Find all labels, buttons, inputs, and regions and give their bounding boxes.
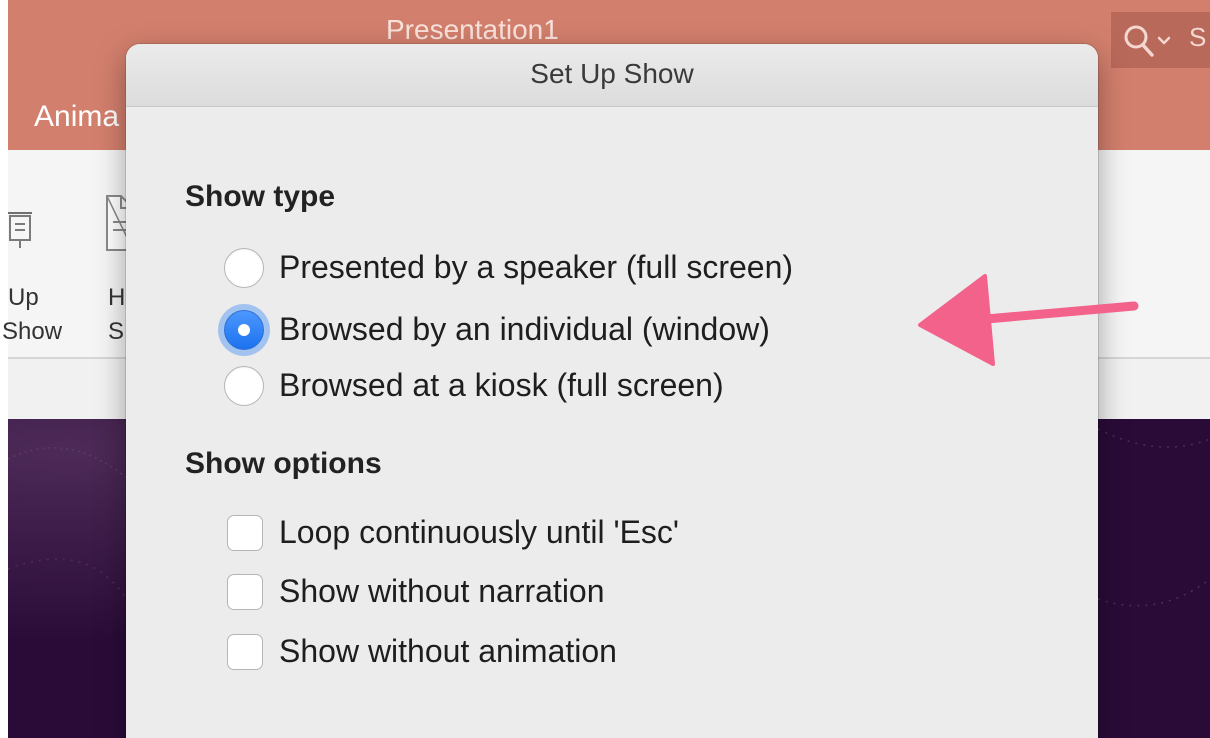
- screenshot: Presentation1 Anima S Up Show H S Set Up…: [0, 0, 1210, 738]
- annotation-arrow-icon: [918, 274, 1139, 366]
